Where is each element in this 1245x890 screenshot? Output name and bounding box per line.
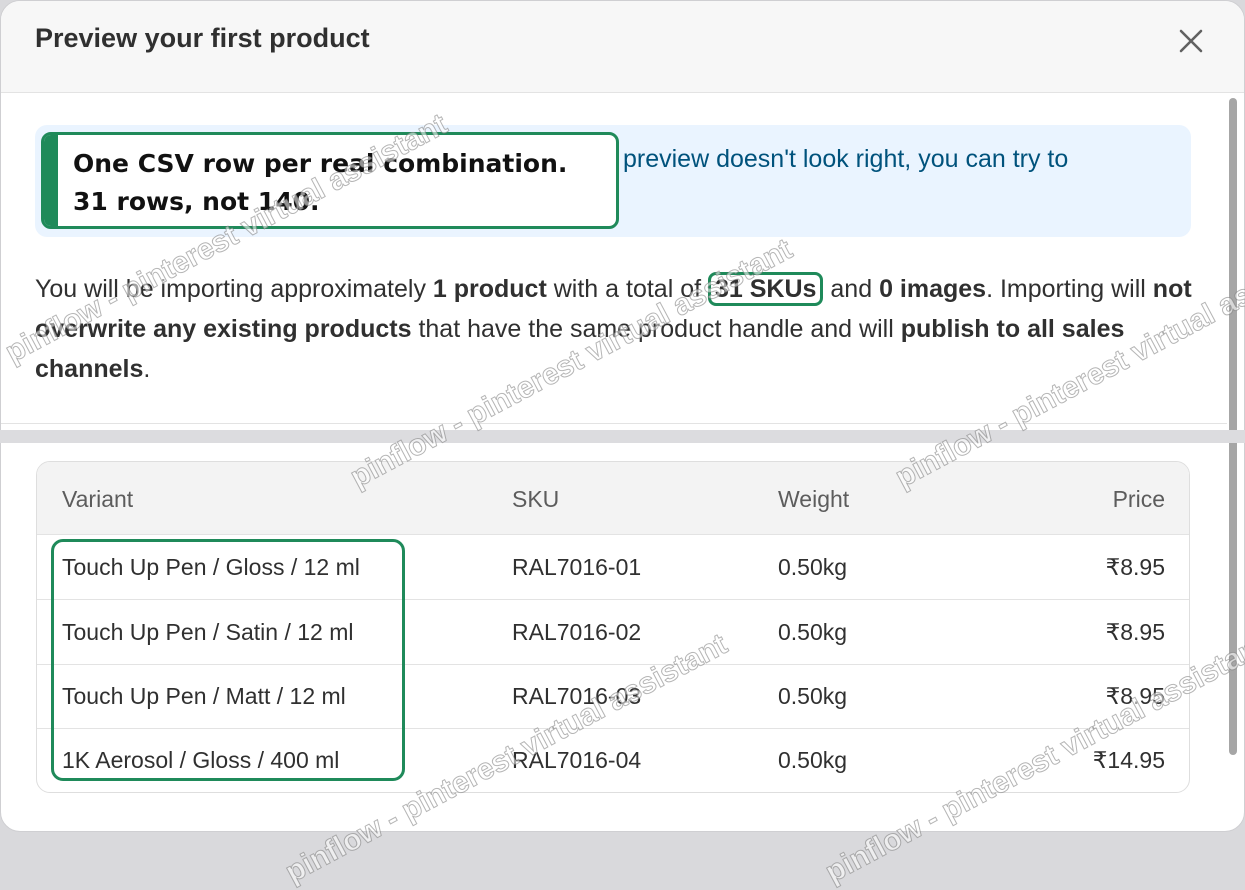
- product-count: 1 product: [432, 275, 547, 303]
- sku-cell: RAL7016-02: [512, 619, 642, 645]
- modal-header: Preview your first product: [1, 1, 1244, 93]
- weight-cell: 0.50kg: [778, 619, 848, 645]
- weight-cell: 0.50kg: [778, 554, 848, 580]
- price-cell: ₹14.95: [1092, 747, 1165, 773]
- header-variant: Variant: [62, 486, 134, 512]
- price-cell: ₹8.95: [1105, 554, 1165, 580]
- banner-text: preview doesn't look right, you can try …: [623, 145, 1069, 173]
- divider: [1, 423, 1227, 424]
- weight-cell: 0.50kg: [778, 683, 848, 709]
- summary-text: .: [143, 355, 151, 383]
- sku-cell: RAL7016-01: [512, 554, 642, 580]
- header-weight: Weight: [778, 486, 850, 512]
- screenshot-separator: [0, 430, 1245, 443]
- close-icon: [1179, 29, 1203, 53]
- price-cell: ₹8.95: [1105, 619, 1165, 645]
- header-price: Price: [1112, 486, 1165, 512]
- variant-column-highlight: [51, 539, 405, 781]
- summary-text: and: [823, 275, 880, 303]
- close-button[interactable]: [1169, 19, 1213, 63]
- weight-cell: 0.50kg: [778, 747, 848, 773]
- modal-title: Preview your first product: [35, 23, 370, 53]
- image-count: 0 images: [879, 275, 987, 303]
- header-sku: SKU: [512, 486, 560, 512]
- callout-accent-bar: [44, 135, 58, 226]
- table-header: Variant SKU Weight Price: [37, 462, 1189, 535]
- summary-text: . Importing will: [986, 275, 1153, 303]
